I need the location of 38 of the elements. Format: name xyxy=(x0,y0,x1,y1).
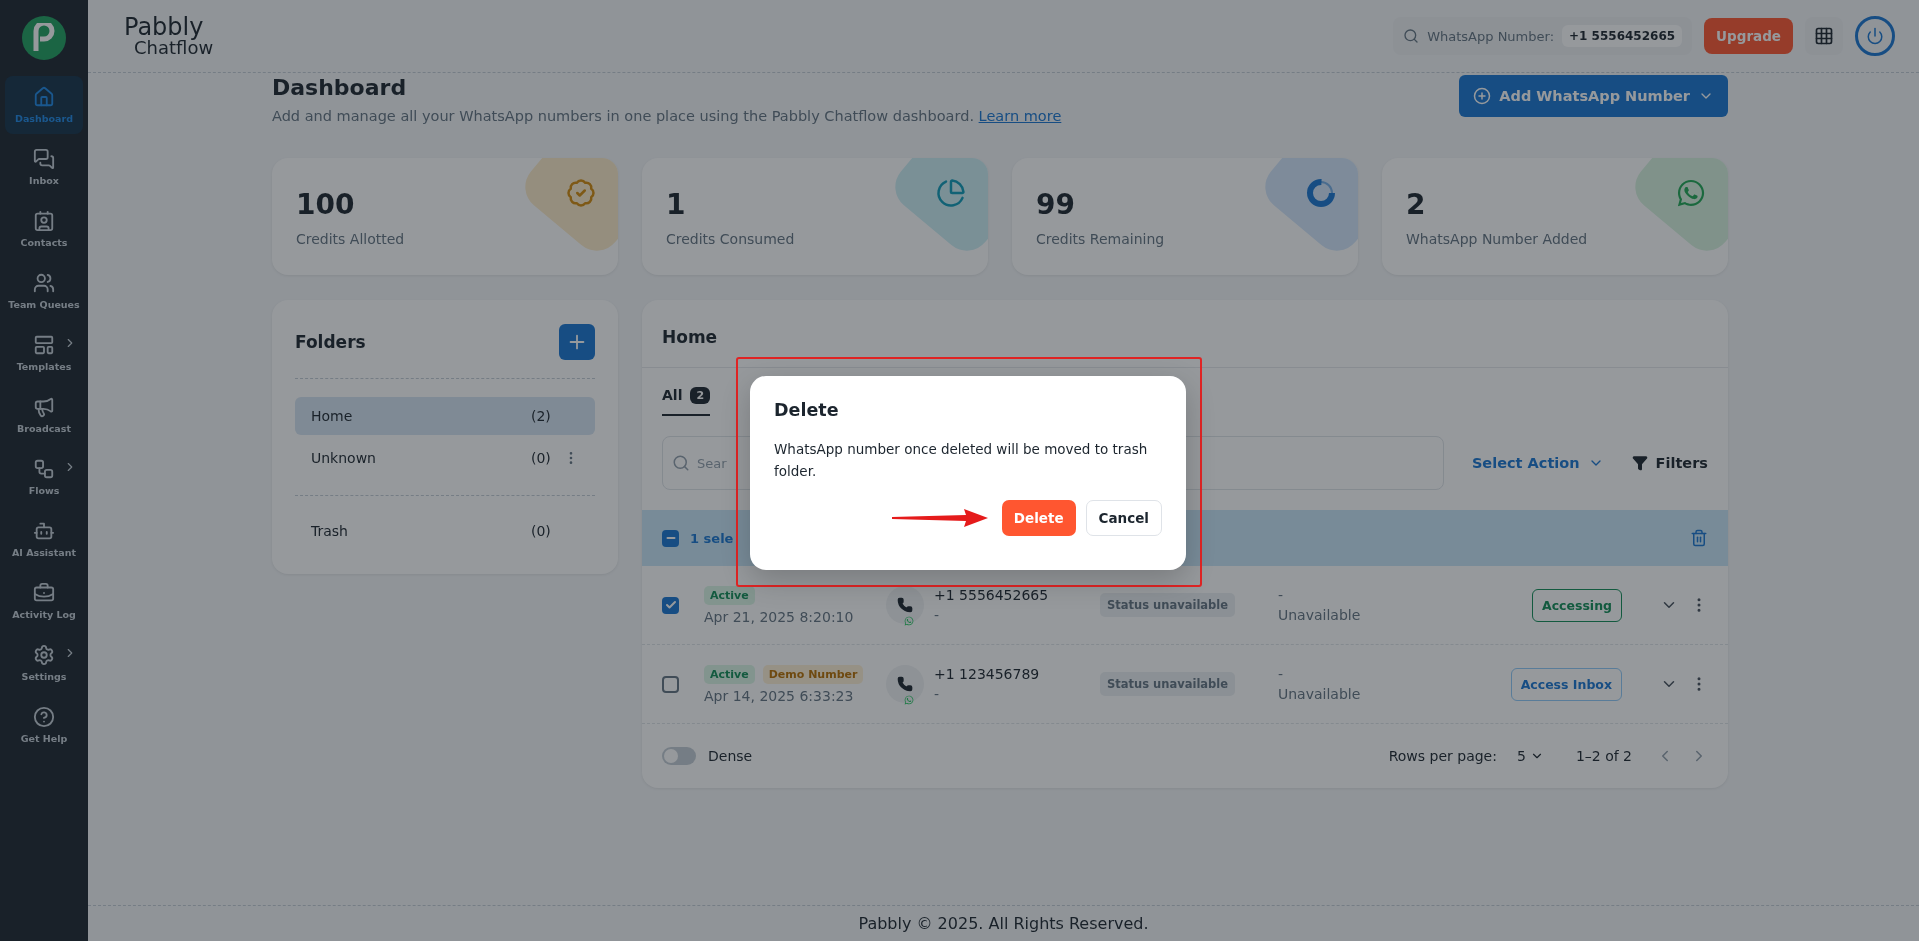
stat-value: 1 xyxy=(666,188,687,221)
stat-value: 100 xyxy=(296,188,356,221)
table-cell-text: - xyxy=(1278,666,1285,682)
page-subtitle: Add and manage all your WhatsApp numbers in one place using the Pabbly Chatflow dashboard. Learn more xyxy=(272,108,1062,124)
phone-number: +1 5556452665 xyxy=(934,587,1050,603)
table-cell-text: - xyxy=(934,686,941,702)
table-cell-text: Unavailable xyxy=(1278,607,1362,623)
stat-label: WhatsApp Number Added xyxy=(1406,231,1589,247)
status-badge: Active xyxy=(704,585,755,605)
panel-title: Folders xyxy=(295,332,366,352)
status-badge: Active xyxy=(704,664,755,684)
status-tag: Status unavailable xyxy=(1100,672,1236,696)
selection-count: 1 sele xyxy=(690,530,734,546)
created-date: Apr 14, 2025 6:33:23 xyxy=(704,687,855,704)
status-badge: Demo Number xyxy=(762,664,864,684)
brand-name: Pabbly xyxy=(124,15,204,39)
status-tag: Status unavailable xyxy=(1100,593,1236,617)
dialog-title: Delete xyxy=(774,400,840,420)
stat-label: Credits Remaining xyxy=(1036,231,1166,247)
phone-number: +1 123456789 xyxy=(934,666,1041,682)
tab-count: 2 xyxy=(690,386,711,404)
stat-label: Credits Allotted xyxy=(296,231,406,247)
created-date: Apr 21, 2025 8:20:10 xyxy=(704,608,855,625)
rows-per-page-label: Rows per page: xyxy=(1388,748,1497,764)
stat-label: Credits Consumed xyxy=(666,231,796,247)
dense-label: Dense xyxy=(708,748,753,764)
page-range: 1–2 of 2 xyxy=(1575,748,1632,764)
table-cell-text: - xyxy=(1278,587,1285,603)
dialog-message: WhatsApp number once deleted will be moved to trash folder. xyxy=(774,440,1149,481)
number-tag: +1 5556452665 xyxy=(1562,25,1683,47)
panel-title: Home xyxy=(662,327,719,347)
brand-subtitle: Chatflow xyxy=(134,39,214,57)
table-cell-text: - xyxy=(934,607,941,623)
table-cell-text: Unavailable xyxy=(1278,686,1362,702)
stat-value: 99 xyxy=(1036,188,1076,221)
footer-text: Pabbly © 2025. All Rights Reserved. xyxy=(88,905,1919,941)
stat-value: 2 xyxy=(1406,188,1427,221)
page-title: Dashboard xyxy=(272,75,408,100)
